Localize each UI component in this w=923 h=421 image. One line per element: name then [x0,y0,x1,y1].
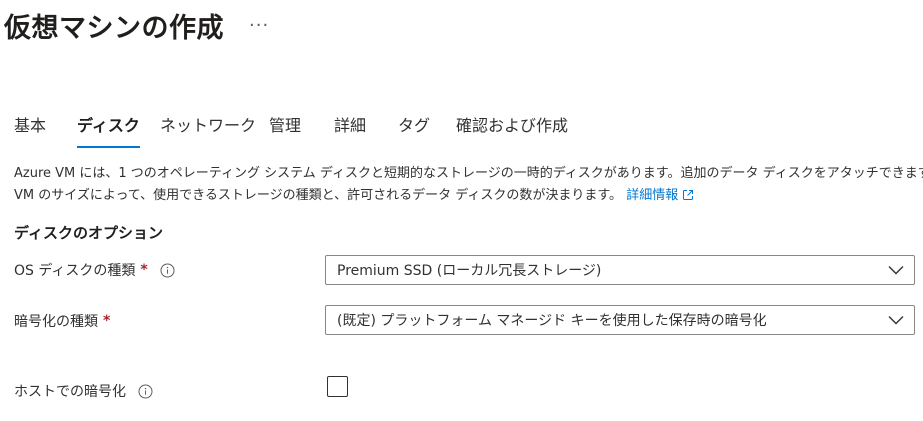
disk-options-heading: ディスクのオプション [14,224,163,242]
description-text: VM のサイズによって、使用できるストレージの種類と、許可されるデータ ディスク… [14,188,623,203]
description-line-2: VM のサイズによって、使用できるストレージの種類と、許可されるデータ ディスク… [14,185,919,209]
chevron-down-icon [888,265,904,275]
os-disk-type-dropdown[interactable]: Premium SSD (ローカル冗長ストレージ) [325,255,915,285]
create-vm-page: 仮想マシンの作成 ... 基本 ディスク ネットワーク 管理 詳細 タグ 確認お… [0,0,923,421]
learn-more-label: 詳細情報 [626,188,679,203]
tab-networking[interactable]: ネットワーク [160,112,256,148]
tab-bar: 基本 ディスク ネットワーク 管理 詳細 タグ 確認および作成 [0,112,923,152]
tab-management[interactable]: 管理 [269,112,301,148]
tab-review-create[interactable]: 確認および作成 [456,112,568,148]
learn-more-link[interactable]: 詳細情報 [626,188,694,203]
tab-basics[interactable]: 基本 [14,112,46,148]
encryption-type-label: 暗号化の種類 * [14,311,110,331]
page-title: 仮想マシンの作成 [4,13,224,44]
description-line-1: Azure VM には、1 つのオペレーティング システム ディスクと短期的なス… [14,166,923,181]
info-icon[interactable] [160,263,175,278]
disks-description: Azure VM には、1 つのオペレーティング システム ディスクと短期的なス… [14,163,923,209]
tab-disks[interactable]: ディスク [77,112,140,148]
chevron-down-icon [888,315,904,325]
os-disk-type-label: OS ディスクの種類 * [14,260,175,280]
required-marker: * [103,313,111,329]
encryption-type-label-text: 暗号化の種類 [14,314,98,330]
more-actions-button[interactable]: ... [249,10,269,31]
host-encryption-label-text: ホストでの暗号化 [14,384,126,400]
external-link-icon [682,187,694,209]
tab-advanced[interactable]: 詳細 [334,112,366,148]
encryption-type-value: (既定) プラットフォーム マネージド キーを使用した保存時の暗号化 [337,313,767,329]
os-disk-type-label-text: OS ディスクの種類 [14,263,136,279]
host-encryption-checkbox[interactable] [327,376,348,397]
encryption-type-dropdown[interactable]: (既定) プラットフォーム マネージド キーを使用した保存時の暗号化 [325,305,915,335]
required-marker: * [140,262,148,278]
tab-tags[interactable]: タグ [398,112,430,148]
os-disk-type-value: Premium SSD (ローカル冗長ストレージ) [337,263,602,279]
info-icon[interactable] [138,384,153,399]
host-encryption-label: ホストでの暗号化 [14,381,153,401]
